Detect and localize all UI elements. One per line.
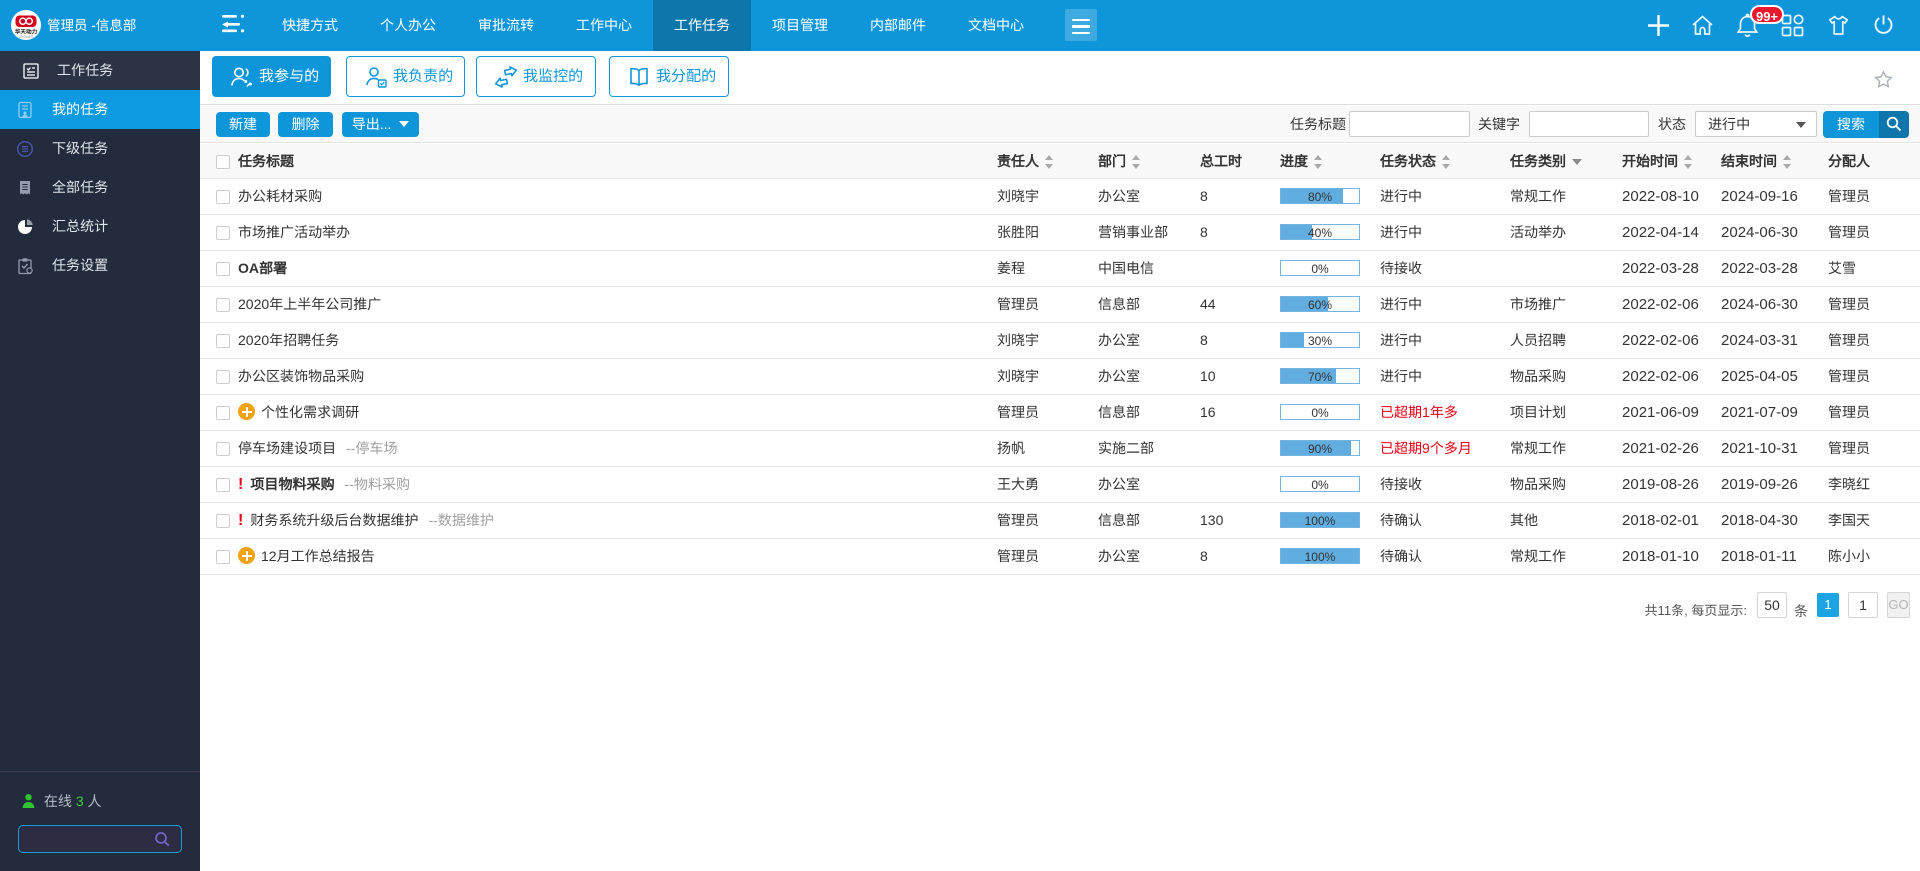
svg-text:SPOWER: SPOWER bbox=[19, 35, 34, 39]
